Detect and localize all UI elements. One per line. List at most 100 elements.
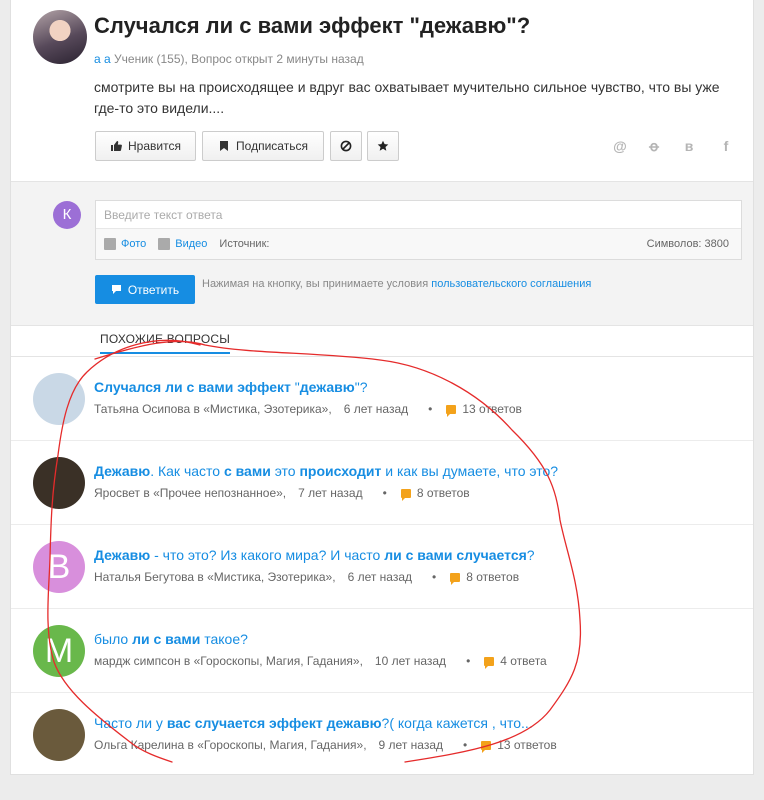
answer-editor: Фото Видео Источник: Символов: 3800	[95, 200, 742, 260]
similar-question-time: 10 лет назад	[374, 654, 447, 668]
terms-prefix: Нажимая на кнопку, вы принимаете условия	[202, 278, 429, 290]
similar-header: ПОХОЖИЕ ВОПРОСЫ	[11, 327, 753, 357]
answer-toolbar: Фото Видео Источник: Символов: 3800	[96, 229, 741, 259]
bookmark-icon	[220, 141, 229, 151]
question-text-fragment: Случался ли с вами эффект	[94, 379, 295, 395]
vk-icon[interactable]: в	[679, 136, 699, 156]
similar-question-time: 6 лет назад	[347, 570, 413, 584]
question-text-fragment: ?	[526, 547, 535, 563]
current-user-avatar[interactable]: К	[53, 201, 81, 229]
question-text-fragment: . Как часто	[150, 463, 224, 479]
question-meta: а а Ученик (155), Вопрос открыт 2 минуты…	[94, 52, 364, 66]
question-text-fragment: ?( когда кажется , что...	[381, 715, 533, 731]
question-text-fragment: Дежавю	[94, 547, 151, 563]
question-text-fragment: вас случается эффект дежавю	[166, 715, 382, 731]
terms-link[interactable]: пользовательского соглашения	[431, 278, 591, 290]
similar-questions-list: Случался ли с вами эффект "дежавю"? Татья…	[11, 357, 753, 777]
answers-count: 4 ответа	[500, 654, 547, 668]
favorite-button[interactable]	[367, 131, 399, 161]
terms-note: Нажимая на кнопку, вы принимаете условия…	[202, 278, 591, 290]
answers-count-icon	[400, 488, 411, 501]
similar-question-meta: Яросвет в «Прочее непознанное», 7 лет наз…	[94, 486, 470, 501]
char-counter: Символов: 3800	[646, 238, 729, 250]
similar-question-link[interactable]: Дежавю - что это? Из какого мира? И част…	[94, 547, 535, 563]
author-rank-and-time: Ученик (155), Вопрос открыт 2 минуты наз…	[114, 52, 364, 66]
similar-question-time: 9 лет назад	[378, 738, 444, 752]
question-text-fragment: и как вы думаете, что это?	[381, 463, 559, 479]
similar-question-link[interactable]: Дежавю. Как часто с вами это происходит …	[94, 463, 558, 479]
like-label: Нравится	[128, 139, 181, 153]
question-text-fragment: дежавю	[299, 379, 355, 395]
similar-question-link[interactable]: Часто ли у вас случается эффект дежавю?(…	[94, 715, 533, 731]
question-text-fragment: с вами	[223, 463, 271, 479]
author-link[interactable]: а а	[94, 52, 111, 66]
meta-separator: •	[463, 738, 468, 752]
tab-similar-questions[interactable]: ПОХОЖИЕ ВОПРОСЫ	[100, 332, 231, 354]
similar-question-item[interactable]: Дежавю. Как часто с вами это происходит …	[11, 441, 753, 525]
meta-separator: •	[466, 654, 471, 668]
author-avatar[interactable]	[33, 10, 87, 64]
at-icon[interactable]: @	[610, 136, 630, 156]
question-text-fragment: происходит	[299, 463, 382, 479]
video-label: Видео	[175, 238, 208, 250]
similar-question-item[interactable]: Часто ли у вас случается эффект дежавю?(…	[11, 693, 753, 777]
question-text-fragment: такое?	[200, 631, 248, 647]
question-text-fragment: ли с вами	[132, 631, 201, 647]
star-icon	[377, 140, 389, 151]
facebook-icon[interactable]: f	[716, 136, 736, 156]
photo-label: Фото	[121, 238, 147, 250]
answers-count: 13 ответов	[462, 402, 522, 416]
similar-question-item[interactable]: Мбыло ли с вами такое? мардж симпсон в «Г…	[11, 609, 753, 693]
question-text-fragment: это	[270, 463, 300, 479]
similar-author-category: мардж симпсон в «Гороскопы, Магия, Гадан…	[94, 654, 363, 668]
answers-count: 13 ответов	[497, 738, 557, 752]
subscribe-button[interactable]: Подписаться	[202, 131, 324, 161]
like-button[interactable]: Нравится	[95, 131, 196, 161]
subscribe-label: Подписаться	[236, 139, 308, 153]
similar-question-item[interactable]: В Дежавю - что это? Из какого мира? И час…	[11, 525, 753, 609]
similar-question-item[interactable]: Случался ли с вами эффект "дежавю"? Татья…	[11, 357, 753, 441]
answer-form: К Фото Видео Источник: Символов: 3800 От…	[11, 181, 753, 326]
meta-separator: •	[428, 402, 433, 416]
video-button[interactable]: Видео	[158, 238, 207, 250]
similar-author-avatar[interactable]: В	[33, 541, 85, 593]
similar-question-link[interactable]: было ли с вами такое?	[94, 631, 248, 647]
similar-author-category: Яросвет в «Прочее непознанное»,	[94, 486, 287, 500]
odnoklassniki-icon[interactable]: ꝋ	[644, 136, 664, 156]
similar-question-meta: Ольга Карелина в «Гороскопы, Магия, Гада…	[94, 738, 557, 753]
block-icon	[340, 140, 352, 152]
thumbs-up-icon	[111, 141, 122, 151]
meta-separator: •	[382, 486, 387, 500]
video-icon	[158, 238, 171, 250]
similar-author-category: Наталья Бегутова в «Мистика, Эзотерика»,	[94, 570, 336, 584]
photo-icon	[104, 238, 116, 250]
similar-author-category: Ольга Карелина в «Гороскопы, Магия, Гада…	[94, 738, 367, 752]
similar-question-link[interactable]: Случался ли с вами эффект "дежавю"?	[94, 379, 367, 395]
similar-question-time: 7 лет назад	[298, 486, 363, 500]
similar-author-avatar[interactable]	[33, 709, 85, 761]
source-button[interactable]: Источник:	[219, 238, 269, 250]
similar-author-avatar[interactable]	[33, 373, 85, 425]
question-card: Случался ли с вами эффект "дежавю"? а а …	[10, 0, 754, 775]
meta-separator: •	[432, 570, 437, 584]
question-text-fragment: - что это? Из какого мира? И часто	[150, 547, 385, 563]
question-text-fragment: ли с вами случается	[384, 547, 527, 563]
similar-question-meta: Татьяна Осипова в «Мистика, Эзотерика», 6…	[94, 402, 522, 417]
question-text-fragment: Дежавю	[94, 463, 151, 479]
photo-button[interactable]: Фото	[104, 238, 146, 250]
block-button[interactable]	[330, 131, 362, 161]
question-title: Случался ли с вами эффект "дежавю"?	[94, 13, 531, 38]
answers-count-icon	[484, 656, 495, 669]
comment-icon	[111, 285, 121, 294]
submit-label: Ответить	[127, 282, 180, 297]
answer-input[interactable]	[96, 201, 741, 229]
submit-answer-button[interactable]: Ответить	[95, 275, 195, 304]
similar-author-avatar[interactable]: М	[33, 625, 85, 677]
question-text-fragment: Часто ли у	[94, 715, 167, 731]
question-text: смотрите вы на происходящее и вдруг вас …	[94, 79, 720, 116]
question-text-fragment: "?	[354, 379, 368, 395]
question-text-fragment: было	[94, 631, 133, 647]
similar-author-avatar[interactable]	[33, 457, 85, 509]
answers-count-icon	[481, 740, 492, 753]
similar-question-time: 6 лет назад	[343, 402, 409, 416]
